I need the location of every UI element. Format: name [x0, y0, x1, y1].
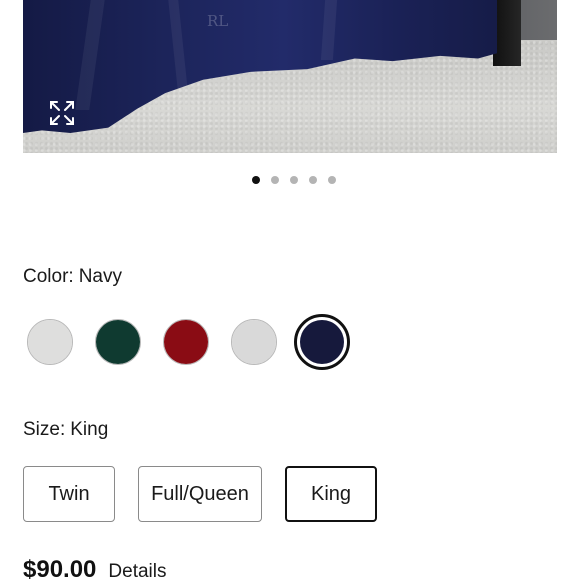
color-label: Color:	[23, 266, 74, 287]
carousel-dot[interactable]	[290, 176, 298, 184]
carousel-dot[interactable]	[328, 176, 336, 184]
carousel-dot[interactable]	[252, 176, 260, 184]
color-swatch-red[interactable]	[163, 319, 209, 365]
swatch-fill	[164, 320, 208, 364]
swatch-fill	[28, 320, 72, 364]
size-label: Size:	[23, 419, 66, 440]
size-label-row: Size: King	[23, 419, 108, 441]
size-option-twin[interactable]: Twin	[23, 466, 115, 522]
price: $90.00	[23, 556, 97, 580]
color-swatch-light-gray[interactable]	[27, 319, 73, 365]
swatch-fill	[232, 320, 276, 364]
color-swatch-light-gray-2[interactable]	[231, 319, 277, 365]
color-label-row: Color: Navy	[23, 266, 122, 288]
color-swatches	[27, 314, 350, 370]
size-option-king[interactable]: King	[285, 466, 377, 522]
carousel-dot[interactable]	[309, 176, 317, 184]
color-swatch-navy[interactable]	[294, 314, 350, 370]
carousel-dots	[0, 176, 580, 184]
product-image[interactable]: RL	[23, 0, 557, 153]
swatch-fill	[96, 320, 140, 364]
details-link[interactable]: Details	[108, 561, 166, 580]
size-option-full-queen[interactable]: Full/Queen	[138, 466, 262, 522]
size-options: Twin Full/Queen King	[23, 466, 377, 522]
expand-icon[interactable]	[47, 98, 77, 128]
bed-post	[493, 0, 521, 66]
svg-text:RL: RL	[207, 12, 228, 30]
logo-monogram: RL	[207, 10, 229, 34]
swatch-fill	[300, 320, 344, 364]
carousel-dot[interactable]	[271, 176, 279, 184]
price-row: $90.00 Details	[23, 556, 166, 580]
color-swatch-green[interactable]	[95, 319, 141, 365]
size-value: King	[70, 419, 109, 440]
color-value: Navy	[78, 266, 122, 287]
